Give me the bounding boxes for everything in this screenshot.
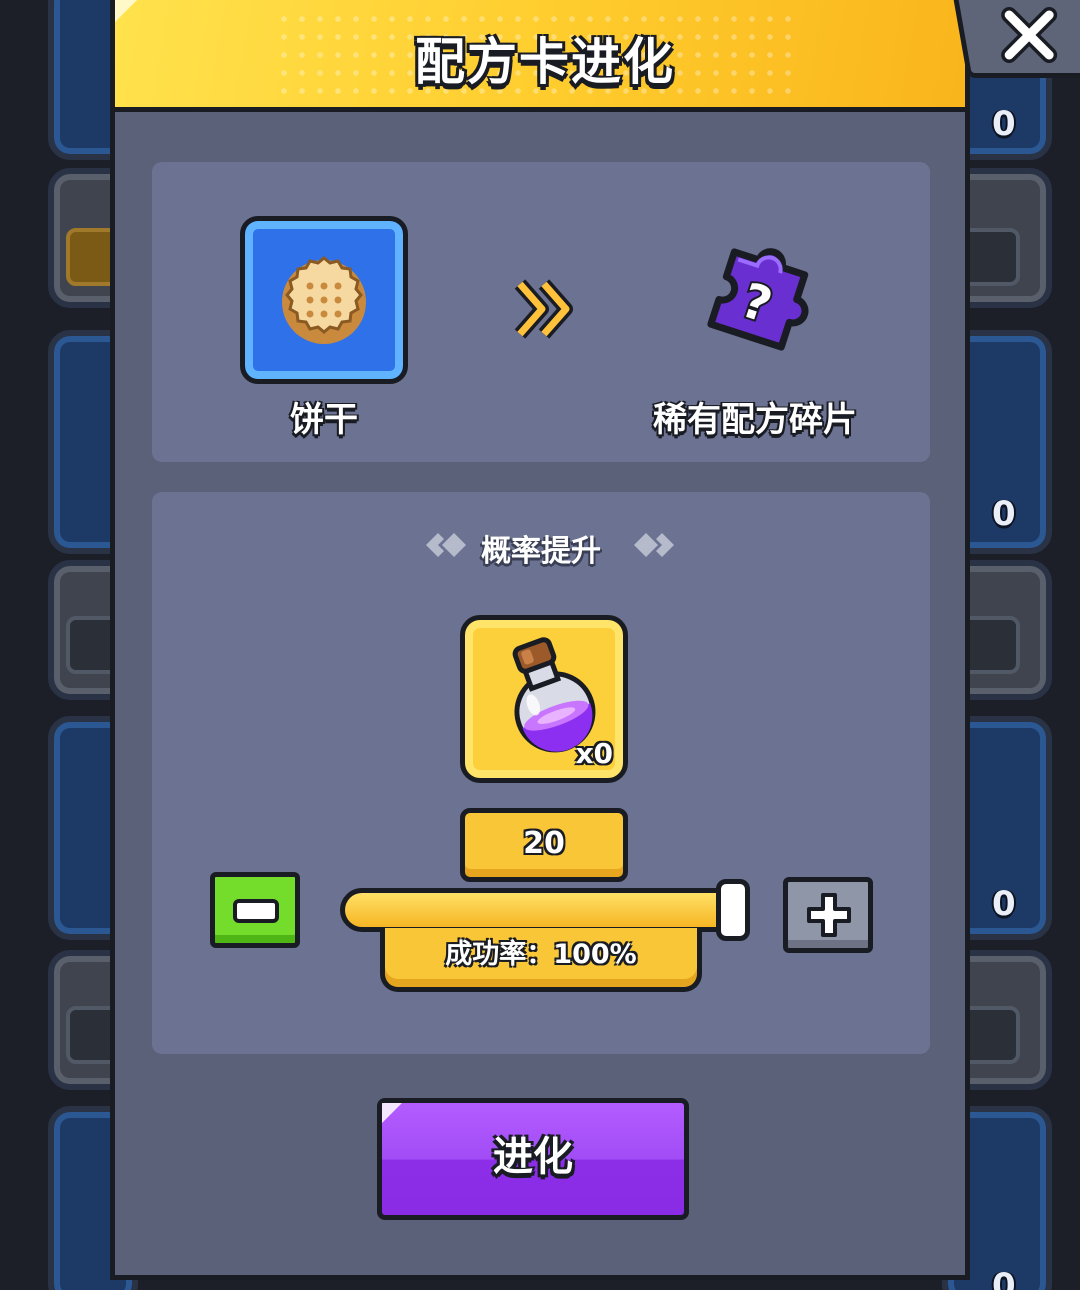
close-button[interactable] bbox=[952, 0, 1080, 78]
boost-title: 概率提升 bbox=[481, 534, 601, 569]
evolve-button[interactable]: 进化 bbox=[377, 1098, 689, 1220]
right-double-diamond-icon bbox=[632, 530, 676, 564]
background-count: 0 bbox=[992, 1266, 1016, 1290]
background-count: 0 bbox=[992, 104, 1016, 144]
plus-icon bbox=[805, 891, 853, 943]
evolution-preview-panel: 饼干 ? 稀有配方碎片 bbox=[152, 162, 930, 462]
potion-count: x0 bbox=[575, 737, 613, 770]
background-count: 0 bbox=[992, 884, 1016, 924]
double-chevron-right-icon bbox=[514, 278, 580, 344]
potion-slider-track[interactable] bbox=[340, 888, 740, 932]
potion-slider-handle[interactable] bbox=[716, 879, 750, 941]
recipe-card-evolve-dialog: 配方卡进化 饼干 ? 稀有配方碎片 概率提升 x0 20 成功率：100% 进化 bbox=[110, 0, 1080, 1280]
probability-boost-panel: 概率提升 x0 20 成功率：100% bbox=[152, 492, 930, 1054]
success-rate-label: 成功率：100% bbox=[380, 928, 702, 992]
purple-puzzle-question-icon: ? bbox=[692, 228, 828, 368]
dialog-title: 配方卡进化 bbox=[415, 33, 675, 91]
biscuit-icon bbox=[276, 252, 372, 352]
evolve-button-label: 进化 bbox=[493, 1134, 573, 1180]
increase-button[interactable] bbox=[783, 877, 873, 953]
potion-quantity: 20 bbox=[460, 808, 628, 882]
minus-icon bbox=[233, 899, 279, 927]
source-item-label: 饼干 bbox=[290, 400, 358, 440]
close-icon bbox=[999, 5, 1059, 69]
decrease-button[interactable] bbox=[210, 872, 300, 948]
source-item-slot[interactable] bbox=[240, 216, 408, 384]
background-count: 0 bbox=[992, 494, 1016, 534]
target-item-slot[interactable]: ? bbox=[688, 228, 838, 368]
target-item-label: 稀有配方碎片 bbox=[653, 400, 857, 440]
potion-item-slot[interactable]: x0 bbox=[460, 615, 628, 783]
game-screen: 0 0 0 0 配方卡进化 饼干 ? 稀有配方碎片 概率提升 x0 20 成功率… bbox=[0, 0, 1080, 1290]
potion-slider-fill bbox=[345, 893, 735, 927]
